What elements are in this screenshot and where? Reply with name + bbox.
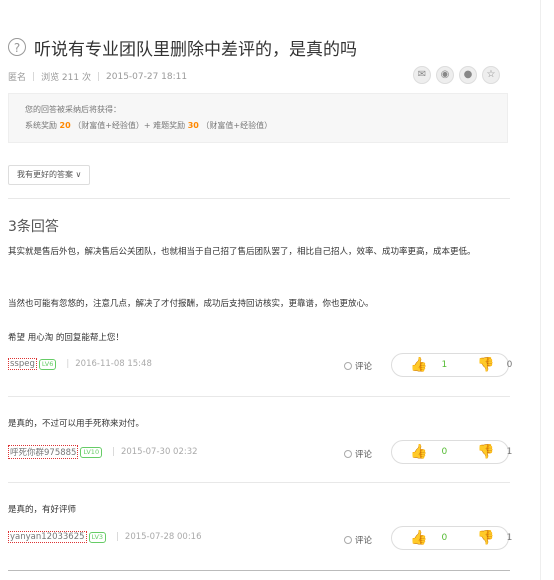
answer-2-vote-box: 👍 0 👎 1 — [391, 440, 512, 464]
answer-2-date: 2015-07-30 02:32 — [120, 447, 198, 457]
answer-3-meta: yanyan12033625 LV3 | 2015-07-28 00:16 — [8, 531, 202, 543]
answer-2-paragraph-1: 是真的，不过可以用手死称来对付。 — [8, 419, 145, 429]
thumbs-down-icon[interactable]: 👎 — [477, 444, 494, 460]
divider — [8, 198, 510, 199]
answer-2-meta: 呼死你群975885 LV10 | 2015-07-30 02:32 — [8, 445, 198, 459]
answer-1-paragraph-1: 其实就是售后外包，解决售后公关团队，也就相当于自己招了售后团队罢了，相比自己招人… — [8, 247, 476, 257]
answer-3-comment-button[interactable]: 评论 — [344, 534, 372, 546]
share-bar: ✉ ◉ ● ☆ — [413, 66, 500, 84]
thumbs-down-icon[interactable]: 👎 — [477, 357, 494, 373]
question-author[interactable]: 匿名 — [8, 70, 26, 83]
comment-icon — [344, 362, 352, 370]
question-views: 浏览 211 次 — [41, 73, 91, 83]
thumbs-down-icon[interactable]: 👎 — [477, 530, 494, 546]
answer-2-user[interactable]: 呼死你群975885 — [8, 445, 79, 459]
answer-3-date: 2015-07-28 00:16 — [124, 532, 202, 542]
wechat-share-icon[interactable]: ✉ — [413, 66, 431, 84]
answer-3-user[interactable]: yanyan12033625 — [8, 531, 87, 543]
answer-1-up-count: 1 — [441, 360, 448, 370]
favorite-star-icon[interactable]: ☆ — [482, 66, 500, 84]
extra-reward-points: 30 — [187, 121, 199, 130]
better-answer-button[interactable]: 我有更好的答案 ∨ — [8, 165, 91, 185]
thumbs-up-icon[interactable]: 👍 — [410, 357, 427, 373]
system-reward-points: 20 — [59, 121, 71, 130]
answer-1-down-count: 0 — [506, 360, 513, 370]
answer-1-vote-box: 👍 1 👎 0 — [391, 353, 512, 377]
answer-2-up-count: 0 — [441, 447, 448, 457]
divider — [8, 396, 510, 397]
question-panel: ? 听说有专业团队里删除中差评的，是真的吗 匿名 | 浏览 211 次 | 20… — [0, 0, 541, 580]
answer-1-user[interactable]: sspeg — [8, 358, 37, 370]
weibo-share-icon[interactable]: ◉ — [436, 66, 454, 84]
reward-box: 您的回答被采纳后将获得： 系统奖励 20 （财富值+经验值）+ 难题奖励 30 … — [8, 93, 508, 143]
answers-count: 3条回答 — [8, 219, 59, 235]
meta-separator: | — [96, 71, 101, 82]
answer-3-vote-box: 👍 0 👎 1 — [391, 526, 512, 550]
question-title: 听说有专业团队里删除中差评的，是真的吗 — [34, 39, 357, 60]
answer-2-down-count: 1 — [506, 447, 513, 457]
divider — [8, 482, 510, 483]
answer-2-level-badge: LV10 — [80, 446, 103, 458]
question-title-row: ? 听说有专业团队里删除中差评的，是真的吗 — [8, 34, 357, 60]
answer-3-down-count: 1 — [506, 533, 513, 543]
comment-icon — [344, 536, 352, 544]
reward-line-1: 您的回答被采纳后将获得： — [25, 105, 121, 114]
thumbs-up-icon[interactable]: 👍 — [410, 530, 427, 546]
answer-1-meta: sspeg LV6 | 2016-11-08 15:48 — [8, 358, 152, 370]
answer-3-up-count: 0 — [441, 533, 448, 543]
answer-1-paragraph-2: 当然也可能有忽悠的，注意几点，解决了才付报酬，成功后支持回访核实，更靠谱，你也更… — [8, 299, 374, 309]
question-date: 2015-07-27 18:11 — [106, 71, 188, 82]
answer-1-date: 2016-11-08 15:48 — [75, 359, 152, 369]
comment-icon — [344, 450, 352, 458]
answer-2-comment-button[interactable]: 评论 — [344, 448, 372, 460]
thumbs-up-icon[interactable]: 👍 — [410, 444, 427, 460]
answer-3-paragraph-1: 是真的，有好评师 — [8, 505, 77, 515]
question-meta: 匿名 | 浏览 211 次 | 2015-07-27 18:11 — [8, 70, 188, 84]
answer-3-level-badge: LV3 — [88, 531, 107, 543]
question-mark-icon: ? — [8, 38, 26, 56]
reward-line-2: 系统奖励 20 （财富值+经验值）+ 难题奖励 30 （财富值+经验值） — [25, 121, 273, 130]
divider — [8, 570, 510, 571]
meta-separator: | — [32, 71, 36, 82]
answer-1-level-badge: LV6 — [38, 358, 57, 370]
answer-1-paragraph-3: 希望 用心淘 的回复能帮上您！ — [8, 333, 124, 343]
qq-share-icon[interactable]: ● — [459, 66, 477, 84]
answer-1-comment-button[interactable]: 评论 — [344, 360, 372, 372]
